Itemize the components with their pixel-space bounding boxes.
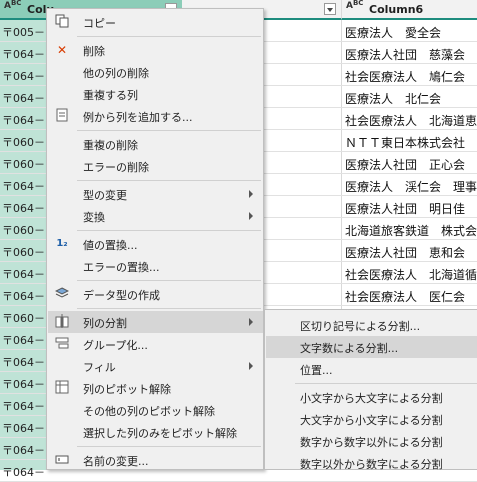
rename-icon [54,452,70,468]
submenu-item-uppercase-to-lowercase[interactable]: 大文字から小文字による分割 [266,408,477,430]
cell-column4[interactable]: 〒064－ [2,442,45,458]
cell-column4[interactable]: 〒060－ [2,134,45,150]
cell-column4[interactable]: 〒060－ [2,244,45,260]
cell-column4[interactable]: 〒064－ [2,332,45,348]
menu-item-change-type[interactable]: 型の変更 [48,183,263,205]
context-menu: コピー ✕ 削除 他の列の削除 重複する列 例から列を追加する... 重複の削除… [46,8,264,470]
unpivot-icon [54,380,70,396]
submenu-item-by-delimiter[interactable]: 区切り記号による分割... [266,314,477,336]
cell-column6[interactable]: 医療法人社団 正心会 [345,156,477,173]
cell-column4[interactable]: 〒064－ [2,46,45,62]
submenu-item-by-positions[interactable]: 位置... [266,358,477,380]
split-column-submenu: 区切り記号による分割... 文字数による分割... 位置... 小文字から大文字… [264,309,477,471]
chevron-right-icon [249,362,253,370]
menu-item-add-column-from-examples[interactable]: 例から列を追加する... [48,105,263,127]
menu-item-fill[interactable]: フィル [48,355,263,377]
chevron-right-icon [249,318,253,326]
submenu-item-lowercase-to-uppercase[interactable]: 小文字から大文字による分割 [266,386,477,408]
chevron-right-icon [249,212,253,220]
menu-item-replace-values[interactable]: 1₂ 値の置換... [48,233,263,255]
cell-column6[interactable]: 社会医療法人 北海道恵愛 [345,112,477,129]
cell-column4[interactable]: 〒064－ [2,68,45,84]
cell-column6[interactable]: 社会医療法人 鳩仁会 理事 [345,68,477,85]
column5-filter-dropdown-icon[interactable] [324,3,336,15]
menu-item-split-column[interactable]: 列の分割 [48,311,263,333]
data-type-layers-icon [54,286,70,302]
cell-column4[interactable]: 〒064－ [2,200,45,216]
cell-column4[interactable]: 〒064－ [2,90,45,106]
cell-column4[interactable]: 〒060－ [2,310,45,326]
cell-column4[interactable]: 〒060－ [2,222,45,238]
cell-column6[interactable]: 社会医療法人 医仁会 [345,288,477,305]
cell-column6[interactable]: 医療法人 渓仁会 理事長 [345,178,477,195]
cell-column4[interactable]: 〒064－ [2,354,45,370]
text-type-icon[interactable]: ABC [4,0,21,11]
menu-item-copy[interactable]: コピー [48,11,263,33]
column6-header-label: Column6 [369,3,424,16]
menu-item-rename[interactable]: 名前の変更... [48,449,263,471]
cell-column4[interactable]: 〒005－ [2,24,45,40]
replace-values-icon: 1₂ [56,238,68,249]
cell-column6[interactable]: 医療法人 北仁会 [345,90,477,107]
menu-item-duplicate-column[interactable]: 重複する列 [48,83,263,105]
cell-column4[interactable]: 〒064－ [2,288,45,304]
menu-item-group-by[interactable]: グループ化... [48,333,263,355]
submenu-item-nondigit-to-digit[interactable]: 数字以外から数字による分割 [266,452,477,474]
chevron-right-icon [249,190,253,198]
menu-item-remove-other-columns[interactable]: 他の列の削除 [48,61,263,83]
cell-column4[interactable]: 〒064－ [2,266,45,282]
submenu-item-by-number-of-characters[interactable]: 文字数による分割... [266,336,477,358]
menu-item-remove-errors[interactable]: エラーの削除 [48,155,263,177]
menu-item-replace-errors[interactable]: エラーの置換... [48,255,263,277]
cell-column4[interactable]: 〒064－ [2,376,45,392]
menu-item-unpivot-columns[interactable]: 列のピボット解除 [48,377,263,399]
cell-column4[interactable]: 〒064－ [2,178,45,194]
cell-column6[interactable]: 医療法人社団 恵和会 [345,244,477,261]
cell-column4[interactable]: 〒060－ [2,156,45,172]
menu-item-unpivot-other-columns[interactable]: その他の列のピボット解除 [48,399,263,421]
copy-icon [54,14,70,30]
group-by-icon [54,336,70,352]
cell-column6[interactable]: 医療法人社団 明日佳 [345,200,477,217]
menu-item-create-data-type[interactable]: データ型の作成 [48,283,263,305]
cell-column6[interactable]: 医療法人 愛全会 [345,24,477,41]
menu-item-remove[interactable]: ✕ 削除 [48,39,263,61]
cell-column6[interactable]: 社会医療法人 北海道循環 [345,266,477,283]
menu-item-remove-duplicates[interactable]: 重複の削除 [48,133,263,155]
menu-item-transform[interactable]: 変換 [48,205,263,227]
menu-item-unpivot-selected-columns[interactable]: 選択した列のみをピボット解除 [48,421,263,443]
cell-column6[interactable]: 北海道旅客鉄道 株式会社 [345,222,477,239]
column-from-examples-icon [54,108,70,124]
submenu-item-digit-to-nondigit[interactable]: 数字から数字以外による分割 [266,430,477,452]
split-column-icon [54,314,70,330]
text-type-icon[interactable]: ABC [346,0,363,11]
column6-header[interactable]: ABC Column6 [341,0,477,20]
cell-column6[interactable]: ＮＴＴ東日本株式会社 代表 [345,134,477,151]
cell-column6[interactable]: 医療法人社団 慈藻会 弘 [345,46,477,63]
cell-column4[interactable]: 〒064－ [2,398,45,414]
cell-column4[interactable]: 〒064－ [2,464,45,480]
cell-column4[interactable]: 〒064－ [2,112,45,128]
cell-column4[interactable]: 〒064－ [2,420,45,436]
delete-x-icon: ✕ [56,43,68,57]
